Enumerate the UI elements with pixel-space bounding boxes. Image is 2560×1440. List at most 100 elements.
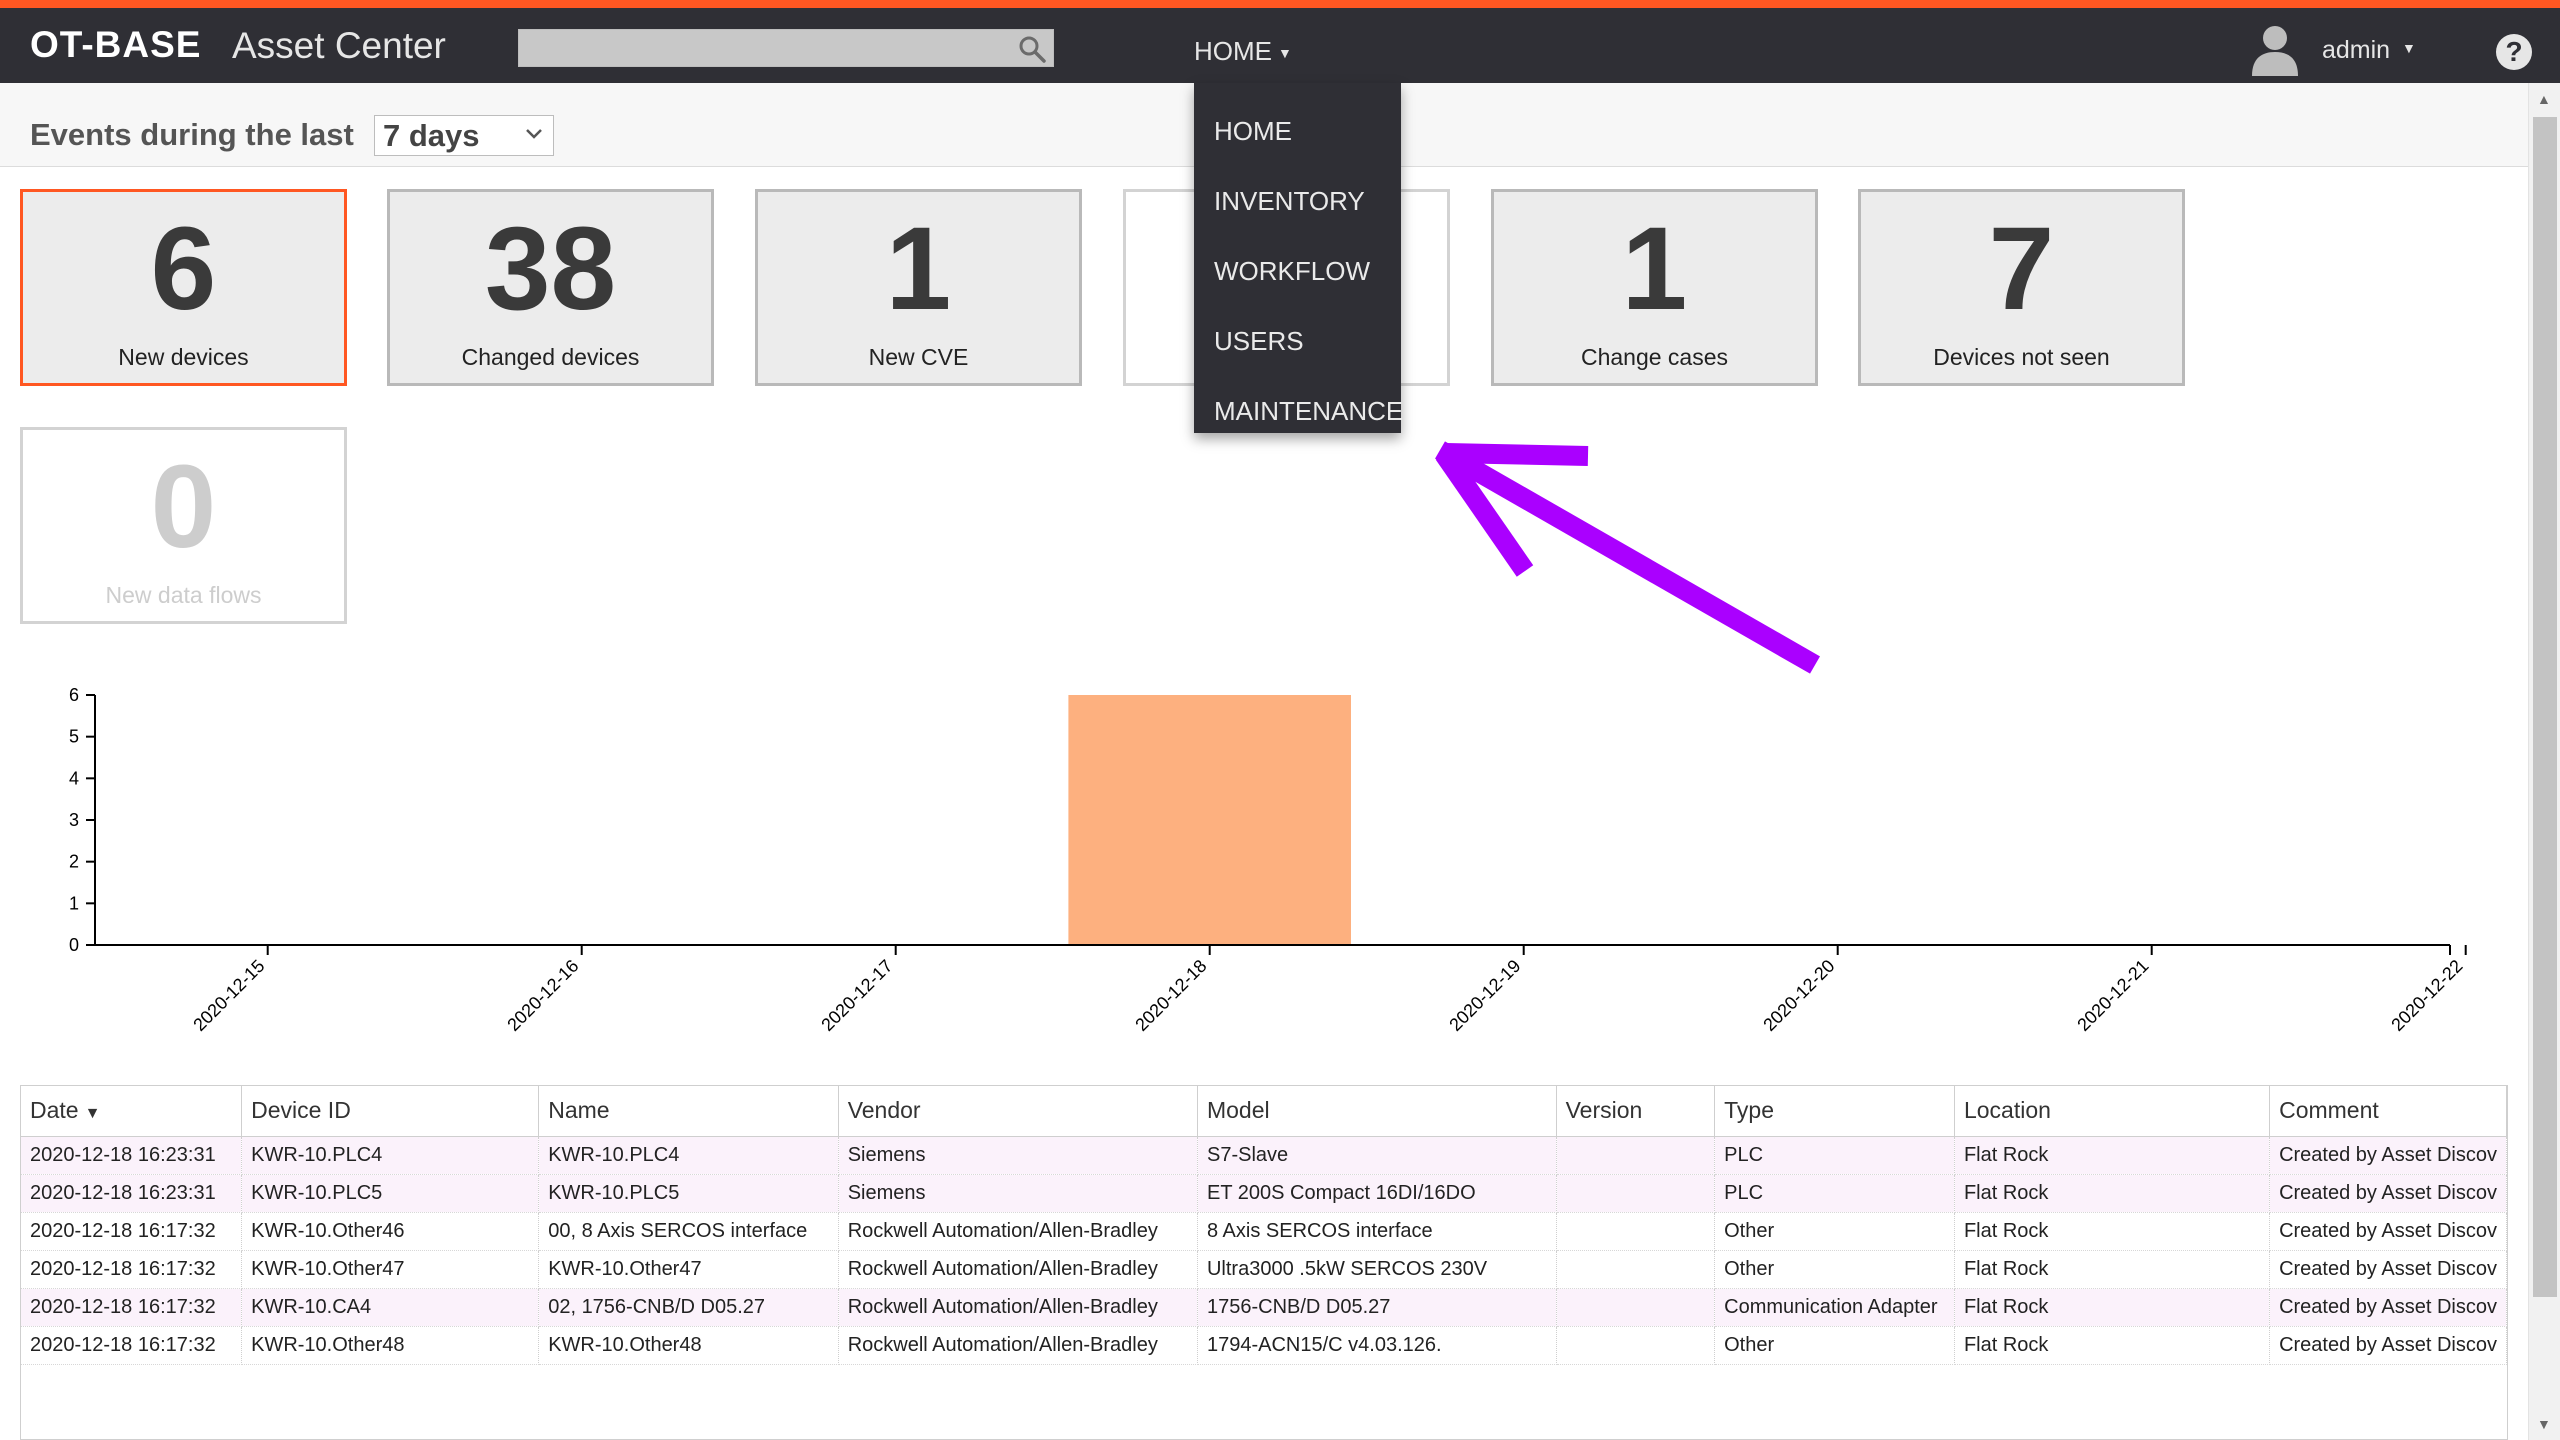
y-tick-label: 3 [69, 810, 79, 830]
column-header-label: Comment [2279, 1097, 2379, 1124]
x-tick-label: 2020-12-22 [2387, 956, 2466, 1035]
column-header-label: Vendor [847, 1097, 921, 1124]
sort-desc-icon[interactable]: ▼ [85, 1105, 101, 1122]
scrollbar-thumb[interactable] [2533, 117, 2557, 1297]
help-icon[interactable]: ? [2496, 34, 2532, 70]
column-header-name[interactable]: Name [538, 1086, 839, 1137]
x-tick-label: 2020-12-18 [1131, 956, 1210, 1035]
y-tick-label: 6 [69, 685, 79, 705]
column-header-comment[interactable]: Comment [2269, 1086, 2507, 1137]
events-table: Date ▼ Device ID Name Vendor Model Version Type… [21, 1086, 2507, 1365]
table-row[interactable]: 2020-12-18 16:17:32 KWR-10.Other47 KWR-10.… [21, 1250, 2507, 1289]
table-cell-version [1556, 1326, 1716, 1365]
caret-down-icon: ▼ [2402, 40, 2416, 56]
menu-item-users[interactable]: USERS [1194, 308, 1401, 378]
table-cell-comment: Created by Asset Discov [2269, 1288, 2507, 1327]
table-cell-device-id: KWR-10.Other46 [241, 1212, 540, 1251]
x-tick-label: 2020-12-20 [1759, 956, 1838, 1035]
table-cell-device-id: KWR-10.PLC5 [241, 1174, 540, 1213]
column-header-type[interactable]: Type [1714, 1086, 1955, 1137]
table-cell-model: S7-Slave [1197, 1136, 1557, 1175]
table-cell-name: KWR-10.Other47 [538, 1250, 839, 1289]
table-cell-location: Flat Rock [1954, 1174, 2271, 1213]
table-cell-type: Other [1714, 1326, 1955, 1365]
column-header-location[interactable]: Location [1954, 1086, 2271, 1137]
column-header-date[interactable]: Date ▼ [21, 1086, 243, 1137]
tile-devices-not-seen[interactable]: 7 Devices not seen [1858, 189, 2185, 386]
table-cell-version [1556, 1212, 1716, 1251]
tile-label: New devices [118, 344, 249, 370]
scroll-down-arrow-icon[interactable]: ▼ [2537, 1416, 2551, 1432]
y-tick-label: 1 [69, 893, 79, 913]
table-cell-type: Communication Adapter [1714, 1288, 1955, 1327]
x-tick-label: 2020-12-19 [1445, 956, 1524, 1035]
y-tick-label: 5 [69, 727, 79, 747]
tile-new-devices[interactable]: 6 New devices [20, 189, 347, 386]
tile-label: New CVE [868, 344, 969, 370]
table-cell-name: KWR-10.PLC4 [538, 1136, 839, 1175]
menu-item-maintenance[interactable]: MAINTENANCE [1194, 378, 1403, 448]
x-tick-label: 2020-12-21 [2073, 956, 2152, 1035]
menu-item-inventory[interactable]: INVENTORY [1194, 168, 1401, 238]
table-cell-name: KWR-10.Other48 [538, 1326, 839, 1365]
page-scrollbar[interactable]: ▲ ▼ [2528, 83, 2560, 1440]
table-cell-location: Flat Rock [1954, 1212, 2271, 1251]
tile-changed-devices[interactable]: 38 Changed devices [387, 189, 714, 386]
table-cell-device-id: KWR-10.CA4 [241, 1288, 540, 1327]
table-cell-comment: Created by Asset Discov [2269, 1136, 2507, 1175]
menu-item-home[interactable]: HOME [1194, 98, 1401, 168]
column-header-label: Name [548, 1097, 610, 1124]
table-row[interactable]: 2020-12-18 16:23:31 KWR-10.PLC4 KWR-10.PLC… [21, 1136, 2507, 1175]
tile-label: Devices not seen [1933, 344, 2110, 370]
tile-new-cve[interactable]: 1 New CVE [755, 189, 1082, 386]
table-cell-type: PLC [1714, 1136, 1955, 1175]
table-cell-date: 2020-12-18 16:23:31 [21, 1174, 243, 1213]
table-cell-version [1556, 1250, 1716, 1289]
y-tick-label: 0 [69, 935, 79, 955]
brand-logo[interactable]: OT-BASE [30, 24, 201, 66]
tile-new-data-flows[interactable]: 0 New data flows [20, 427, 347, 624]
table-row[interactable]: 2020-12-18 16:17:32 KWR-10.Other48 KWR-10.… [21, 1326, 2507, 1365]
events-bar-chart: 0 1 2 3 4 5 6 2020-12-15 2020-12-16 2020-12-17 202… [69, 685, 2467, 1035]
tile-value: 38 [484, 203, 617, 335]
column-header-label: Type [1724, 1097, 1774, 1124]
search-box [518, 29, 1054, 67]
tile-value: 7 [1988, 203, 2055, 335]
table-row[interactable]: 2020-12-18 16:23:31 KWR-10.PLC5 KWR-10.PLC… [21, 1174, 2507, 1213]
x-tick-label: 2020-12-15 [189, 956, 268, 1035]
table-cell-vendor: Rockwell Automation/Allen-Bradley [838, 1288, 1198, 1327]
table-cell-device-id: KWR-10.Other47 [241, 1250, 540, 1289]
search-input[interactable] [519, 30, 999, 66]
chevron-down-icon [526, 129, 542, 139]
table-cell-model: 1794-ACN15/C v4.03.126. [1197, 1326, 1557, 1365]
table-cell-location: Flat Rock [1954, 1250, 2271, 1289]
table-cell-type: Other [1714, 1250, 1955, 1289]
table-row[interactable]: 2020-12-18 16:17:32 KWR-10.CA4 02, 1756-CN… [21, 1288, 2507, 1327]
table-cell-comment: Created by Asset Discov [2269, 1212, 2507, 1251]
tile-change-cases[interactable]: 1 Change cases [1491, 189, 1818, 386]
days-select-value: 7 days [383, 118, 480, 153]
table-cell-comment: Created by Asset Discov [2269, 1326, 2507, 1365]
table-cell-date: 2020-12-18 16:17:32 [21, 1250, 243, 1289]
search-icon[interactable] [1017, 34, 1047, 64]
table-row[interactable]: 2020-12-18 16:17:32 KWR-10.Other46 00, 8 A… [21, 1212, 2507, 1251]
column-header-device-id[interactable]: Device ID [241, 1086, 540, 1137]
y-tick-label: 2 [69, 852, 79, 872]
column-header-label: Version [1565, 1097, 1643, 1124]
scroll-up-arrow-icon[interactable]: ▲ [2537, 91, 2551, 107]
table-cell-version [1556, 1288, 1716, 1327]
table-cell-vendor: Siemens [838, 1174, 1198, 1213]
column-header-vendor[interactable]: Vendor [838, 1086, 1198, 1137]
column-header-label: Device ID [251, 1097, 351, 1124]
table-cell-date: 2020-12-18 16:17:32 [21, 1212, 243, 1251]
table-cell-location: Flat Rock [1954, 1136, 2271, 1175]
column-header-label: Date [30, 1097, 79, 1124]
table-cell-model: ET 200S Compact 16DI/16DO [1197, 1174, 1557, 1213]
column-header-version[interactable]: Version [1556, 1086, 1716, 1137]
tile-value: 1 [1621, 203, 1688, 335]
column-header-model[interactable]: Model [1197, 1086, 1557, 1137]
tile-label: New data flows [105, 582, 262, 608]
nav-home-menu[interactable]: HOME ▼ [1180, 30, 1306, 70]
days-select[interactable]: 7 days [374, 115, 554, 156]
menu-item-workflow[interactable]: WORKFLOW [1194, 238, 1401, 308]
